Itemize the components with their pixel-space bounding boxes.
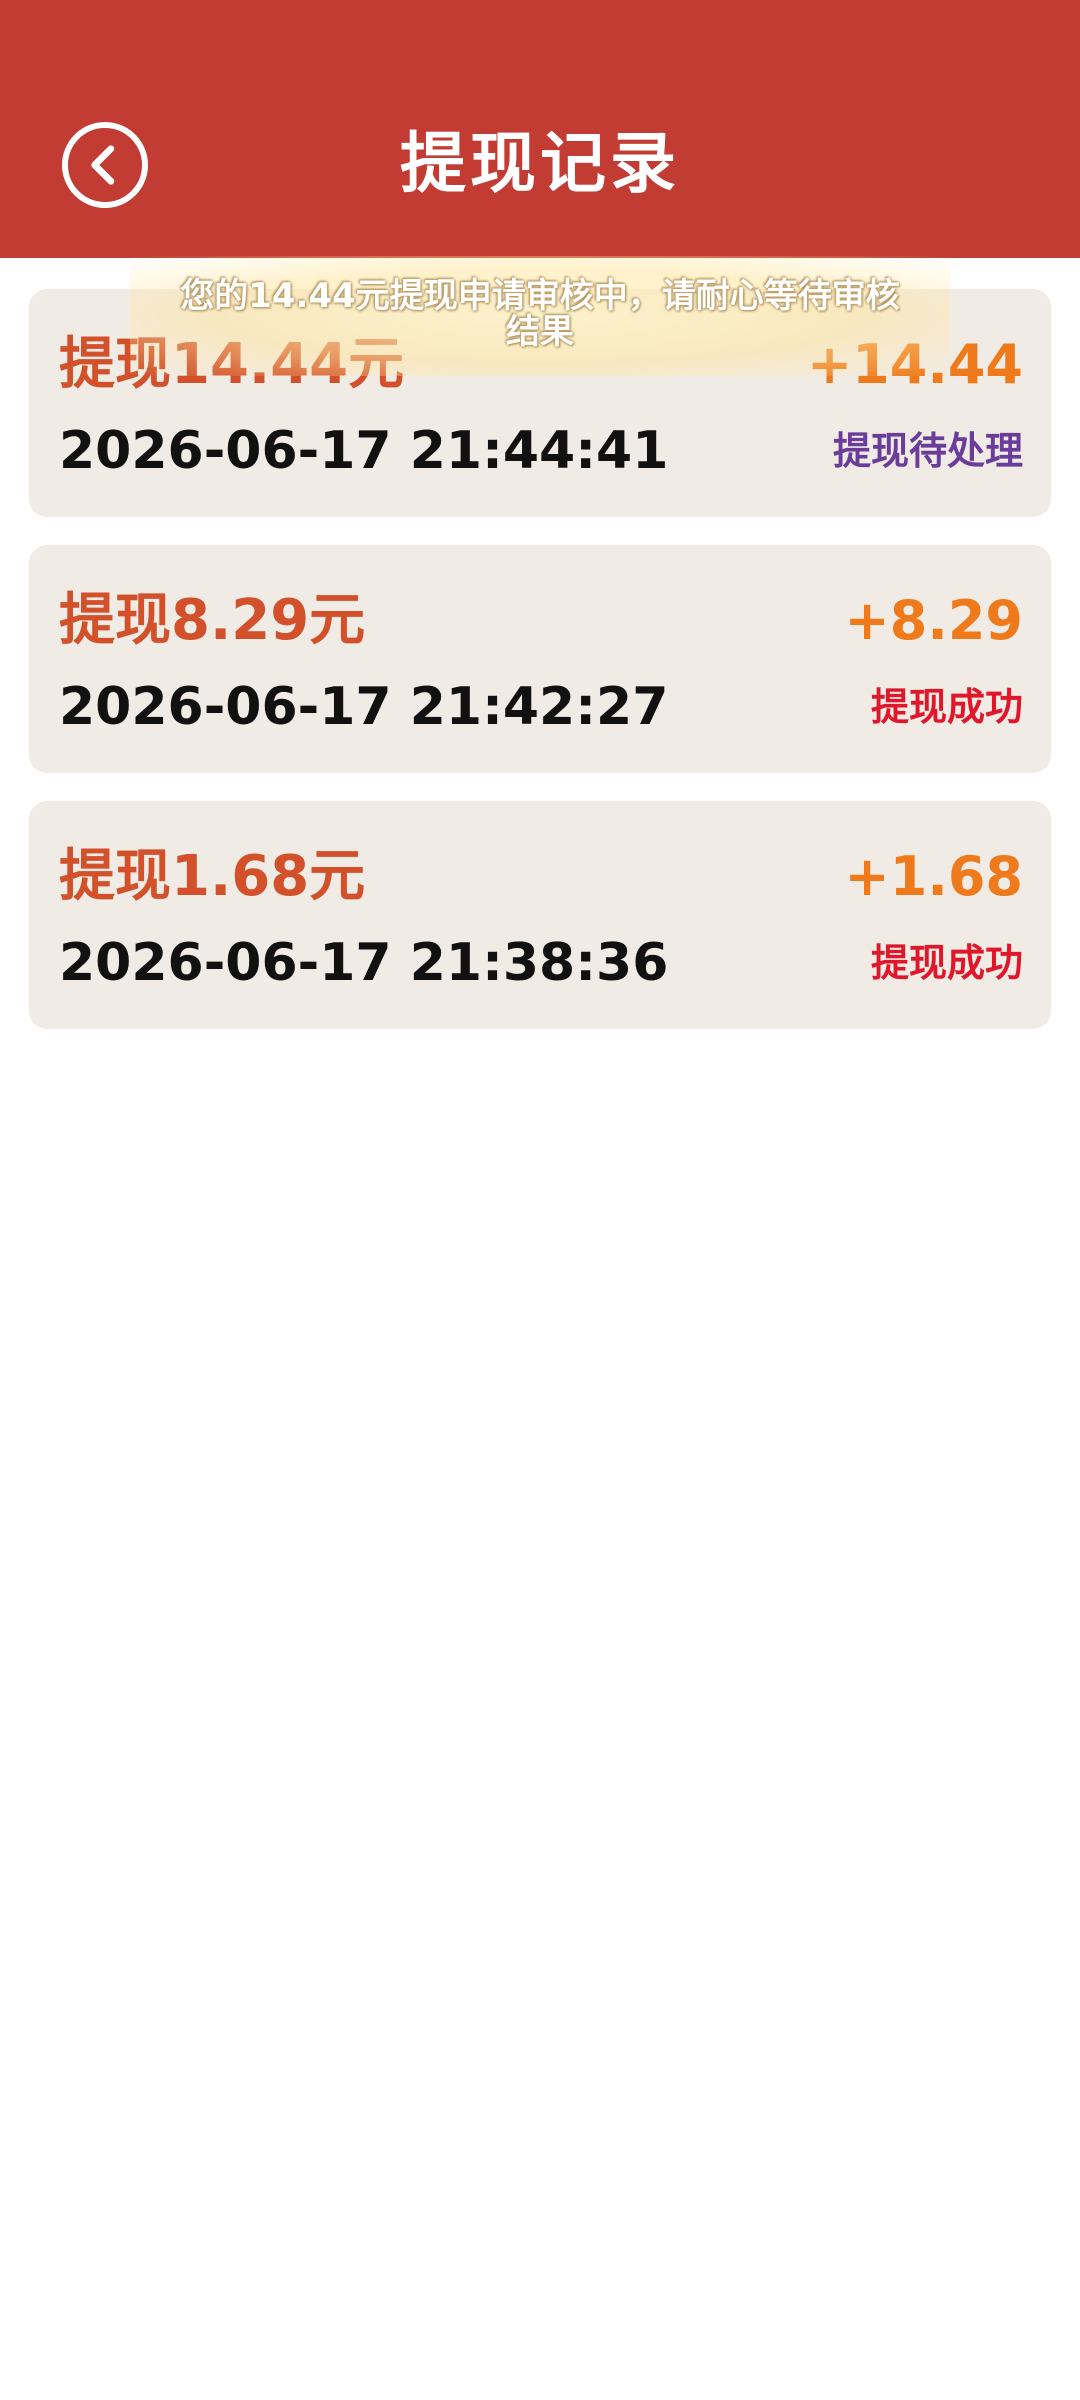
withdraw-status: 提现成功 [870, 941, 1023, 985]
page-title: 提现记录 [400, 124, 680, 202]
withdraw-amount-value: +1.68 [844, 845, 1023, 908]
withdraw-record-card[interactable]: 提现14.44元 +14.44 2026-06-17 21:44:41 提现待处… [29, 289, 1051, 517]
withdraw-amount-label: 提现8.29元 [59, 588, 366, 653]
withdraw-datetime: 2026-06-17 21:44:41 [59, 421, 669, 481]
withdraw-amount-value: +8.29 [844, 589, 1023, 652]
withdraw-datetime: 2026-06-17 21:38:36 [59, 933, 669, 993]
header-bar: 提现记录 [0, 0, 1080, 258]
withdraw-status: 提现待处理 [832, 429, 1023, 473]
withdraw-record-card[interactable]: 提现8.29元 +8.29 2026-06-17 21:42:27 提现成功 [29, 545, 1051, 773]
withdraw-amount-value: +14.44 [806, 333, 1023, 396]
withdraw-amount-label: 提现14.44元 [59, 332, 405, 397]
withdraw-amount-label: 提现1.68元 [59, 844, 366, 909]
withdraw-datetime: 2026-06-17 21:42:27 [59, 677, 669, 737]
withdraw-record-card[interactable]: 提现1.68元 +1.68 2026-06-17 21:38:36 提现成功 [29, 801, 1051, 1029]
withdraw-status: 提现成功 [870, 685, 1023, 729]
